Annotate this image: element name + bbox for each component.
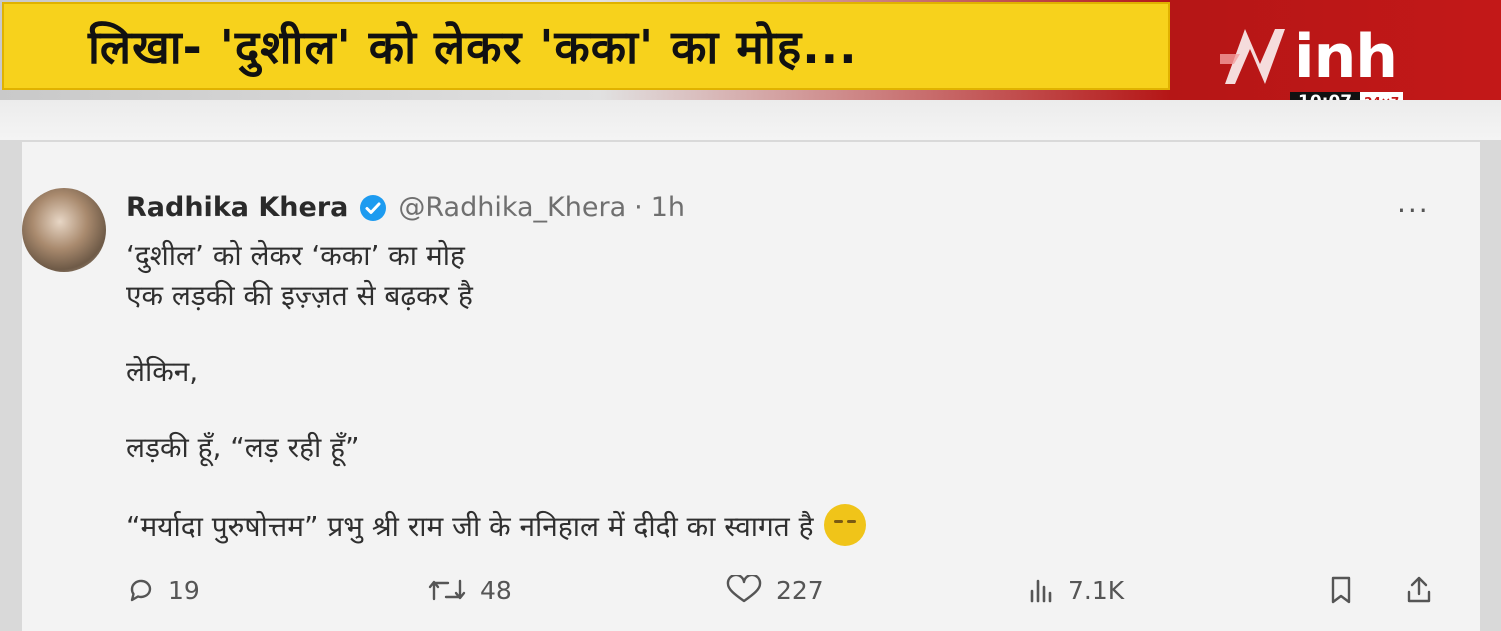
tweet-line: ‘दुशील’ को लेकर ‘कका’ का मोह <box>126 239 465 272</box>
bookmark-button[interactable] <box>1326 570 1368 610</box>
like-count: 227 <box>776 575 824 605</box>
views-button[interactable]: 7.1K <box>1026 570 1124 610</box>
tweet-card[interactable]: Radhika Khera @Radhika_Khera · 1h ··· ‘द… <box>22 142 1480 631</box>
headline-banner: लिखा- 'दुशील' को लेकर 'कका' का मोह... <box>2 2 1170 90</box>
tweet-line: एक लड़की की इज़्ज़त से बढ़कर है <box>126 279 473 312</box>
tweet-line: लड़की हूँ, “लड़ रही हूँ” <box>126 431 360 464</box>
views-count: 7.1K <box>1068 575 1125 605</box>
user-handle[interactable]: @Radhika_Khera <box>398 192 626 223</box>
channel-logo-mark-icon <box>1220 29 1285 84</box>
reply-button[interactable]: 19 <box>126 570 200 610</box>
tweet-text: ‘दुशील’ को लेकर ‘कका’ का मोह एक लड़की की… <box>126 236 1326 547</box>
share-icon <box>1407 576 1431 603</box>
bookmark-icon <box>1331 576 1351 604</box>
tweet-line: “मर्यादा पुरुषोत्तम” प्रभु श्री राम जी क… <box>126 510 814 543</box>
tweet-line-with-emoji: “मर्यादा पुरुषोत्तम” प्रभु श्री राम जी क… <box>126 504 1326 547</box>
news-header-band: लिखा- 'दुशील' को लेकर 'कका' का मोह... in… <box>0 0 1501 112</box>
verified-badge-icon <box>360 194 387 221</box>
channel-logo-text: inh <box>1294 22 1398 92</box>
retweet-icon <box>428 579 466 601</box>
headline-text: लिखा- 'दुशील' को लेकर 'कका' का मोह... <box>88 20 858 74</box>
tweet-actions-bar: 19 48 227 7.1K <box>126 570 1446 610</box>
reply-count: 19 <box>168 575 200 605</box>
tweet-timestamp[interactable]: 1h <box>651 192 685 223</box>
views-icon <box>1030 579 1052 603</box>
header-divider <box>0 100 1501 140</box>
separator-dot: · <box>634 192 643 223</box>
avatar[interactable] <box>22 188 106 272</box>
retweet-button[interactable]: 48 <box>426 570 512 610</box>
channel-logo: inh 10:07 24×7 <box>1190 6 1490 112</box>
pensive-face-icon <box>823 504 866 546</box>
display-name[interactable]: Radhika Khera <box>126 192 348 223</box>
tweet-line: लेकिन, <box>126 355 199 388</box>
like-icon <box>726 575 762 603</box>
like-button[interactable]: 227 <box>724 570 824 610</box>
share-button[interactable] <box>1404 570 1446 610</box>
tweet-author-row: Radhika Khera @Radhika_Khera · 1h <box>126 192 685 223</box>
more-options-icon[interactable]: ··· <box>1397 194 1430 227</box>
reply-icon <box>130 579 152 602</box>
retweet-count: 48 <box>480 575 512 605</box>
